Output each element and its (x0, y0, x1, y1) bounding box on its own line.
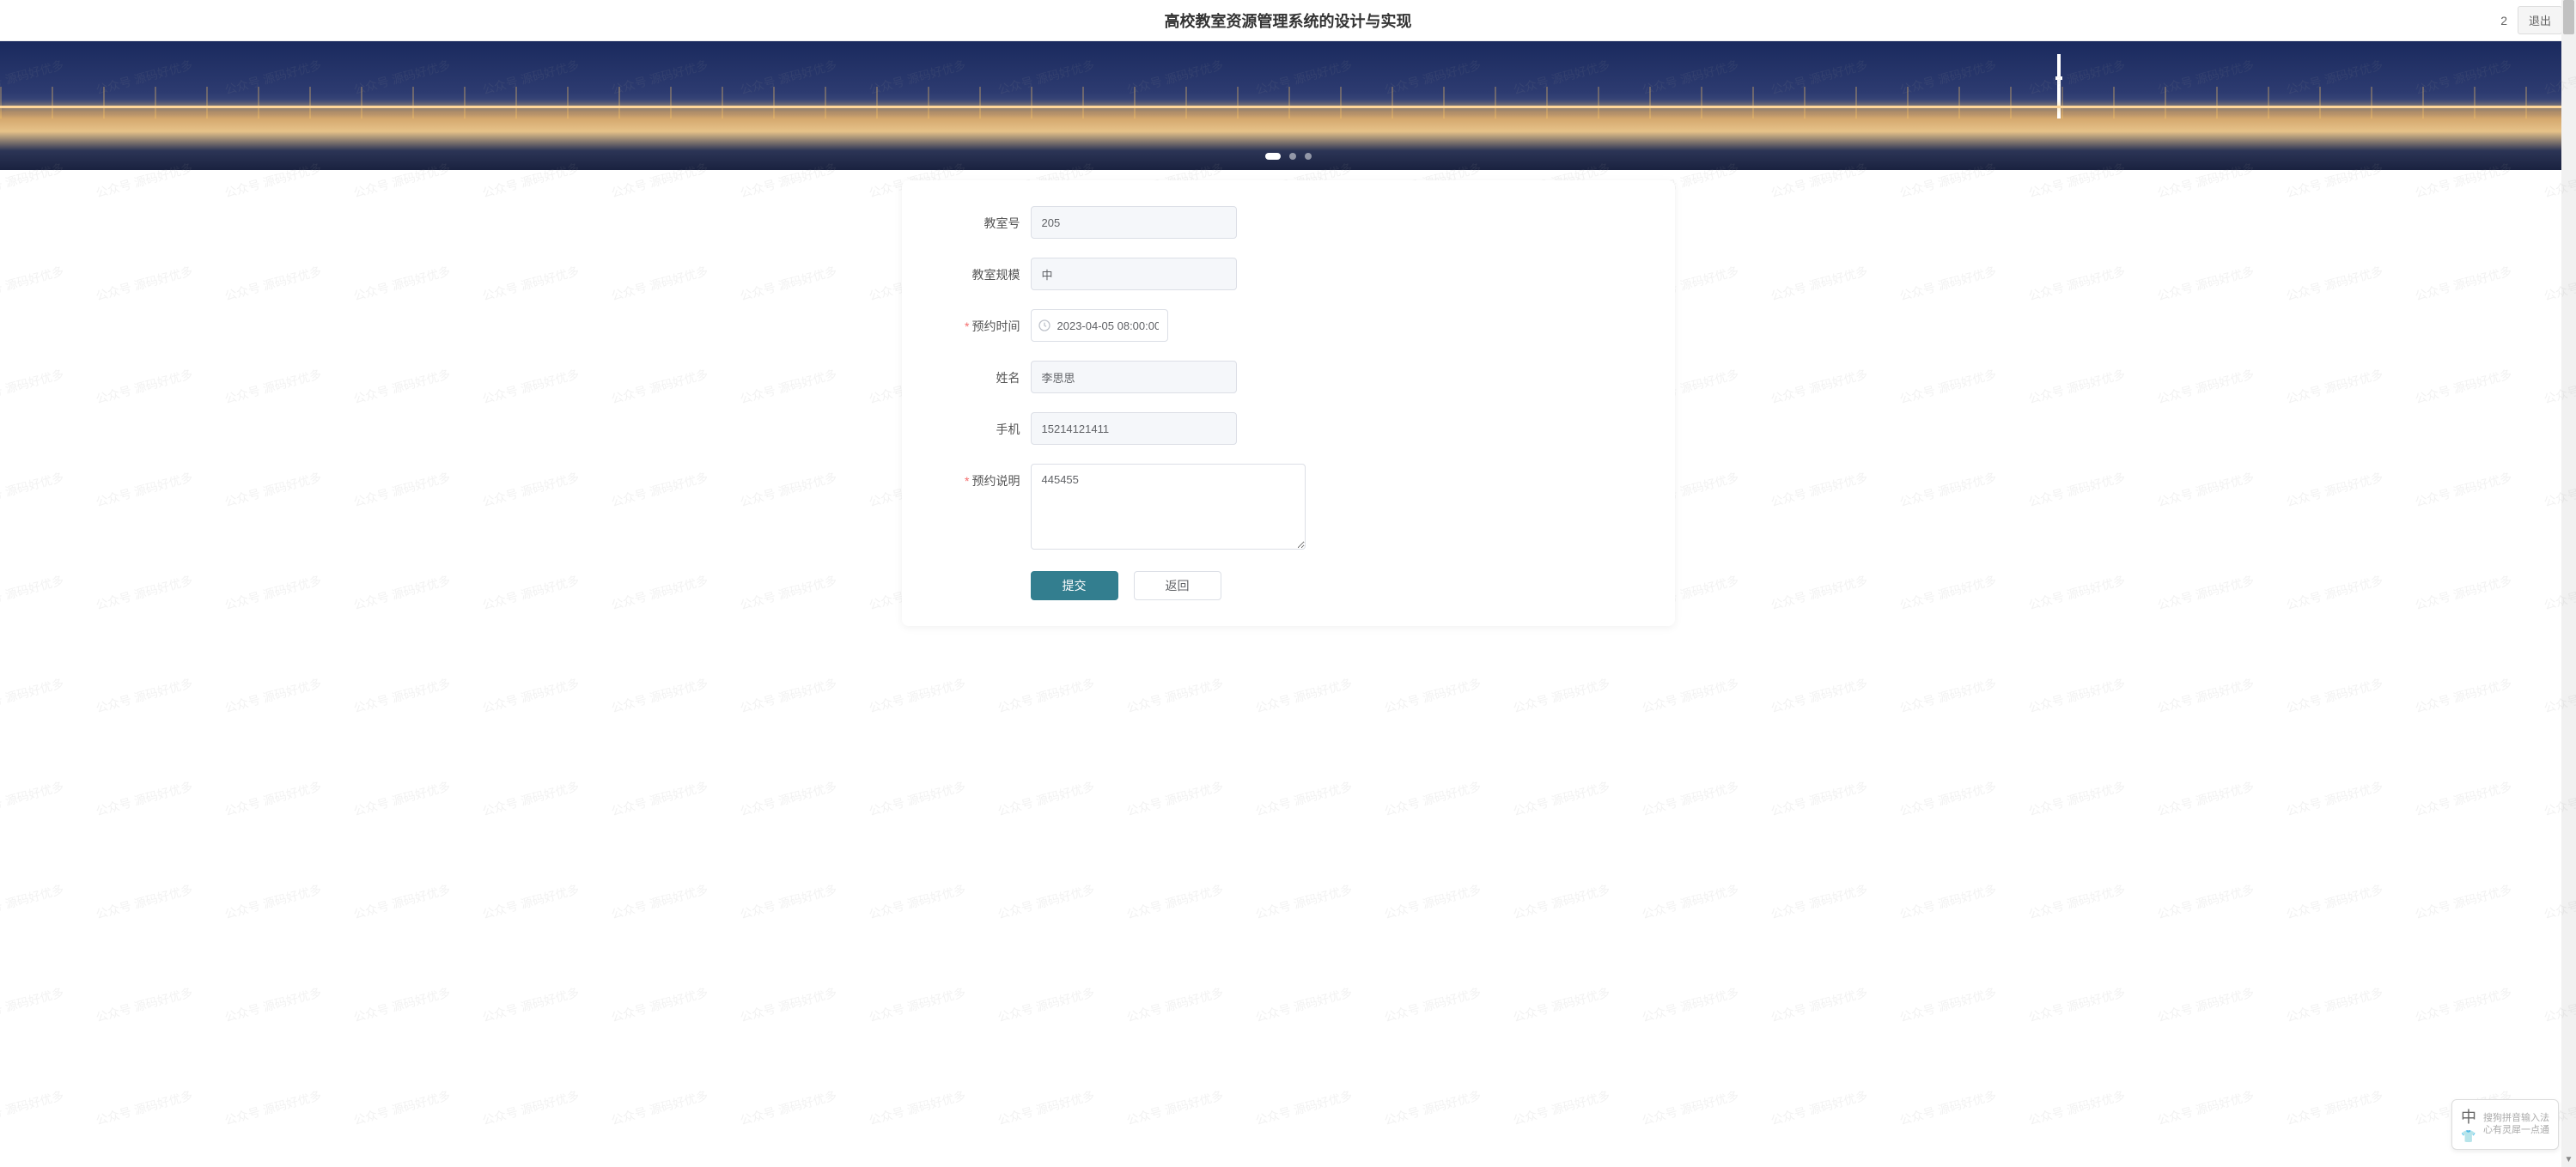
label-name: 姓名 (936, 361, 1031, 386)
input-phone[interactable] (1031, 412, 1237, 445)
button-row: 提交 返回 (936, 571, 1641, 600)
carousel-dot-3[interactable] (1305, 153, 1312, 160)
topbar: 高校教室资源管理系统的设计与实现 2 退出 (0, 0, 2576, 41)
page-title: 高校教室资源管理系统的设计与实现 (1165, 9, 1412, 32)
label-room-size: 教室规模 (936, 258, 1031, 283)
label-reserve-time: *预约时间 (936, 309, 1031, 335)
banner-carousel[interactable] (0, 41, 2576, 170)
input-reserve-time[interactable] (1031, 309, 1168, 342)
textarea-remark[interactable] (1031, 464, 1306, 550)
row-name: 姓名 (936, 361, 1641, 393)
input-room-no[interactable] (1031, 206, 1237, 239)
scroll-down-arrow[interactable]: ▼ (2561, 1152, 2576, 1167)
ime-badge[interactable]: 中 👕 搜狗拼音输入法 心有灵犀一点通 (2451, 1099, 2559, 1150)
input-name[interactable] (1031, 361, 1237, 393)
carousel-dots (1265, 153, 1312, 160)
back-button[interactable]: 返回 (1134, 571, 1221, 600)
clock-icon (1038, 319, 1051, 332)
carousel-dot-2[interactable] (1289, 153, 1296, 160)
form-card: 教室号 教室规模 *预约时间 (902, 180, 1675, 626)
row-phone: 手机 (936, 412, 1641, 445)
row-room-size: 教室规模 (936, 258, 1641, 290)
topbar-right: 2 退出 (2500, 6, 2562, 34)
row-room-no: 教室号 (936, 206, 1641, 239)
label-phone: 手机 (936, 412, 1031, 438)
main-content: 教室号 教室规模 *预约时间 (0, 170, 2576, 660)
label-room-no: 教室号 (936, 206, 1031, 232)
label-remark: *预约说明 (936, 464, 1031, 489)
input-room-size[interactable] (1031, 258, 1237, 290)
logout-button[interactable]: 退出 (2518, 6, 2562, 34)
shirt-icon: 👕 (2461, 1129, 2476, 1144)
row-remark: *预约说明 (936, 464, 1641, 552)
user-id: 2 (2500, 14, 2507, 27)
carousel-dot-1[interactable] (1265, 153, 1281, 160)
row-reserve-time: *预约时间 (936, 309, 1641, 342)
ime-mode: 中 (2461, 1105, 2476, 1127)
scrollbar-thumb[interactable] (2563, 0, 2574, 34)
ime-text: 搜狗拼音输入法 心有灵犀一点通 (2483, 1113, 2549, 1135)
submit-button[interactable]: 提交 (1031, 571, 1118, 600)
